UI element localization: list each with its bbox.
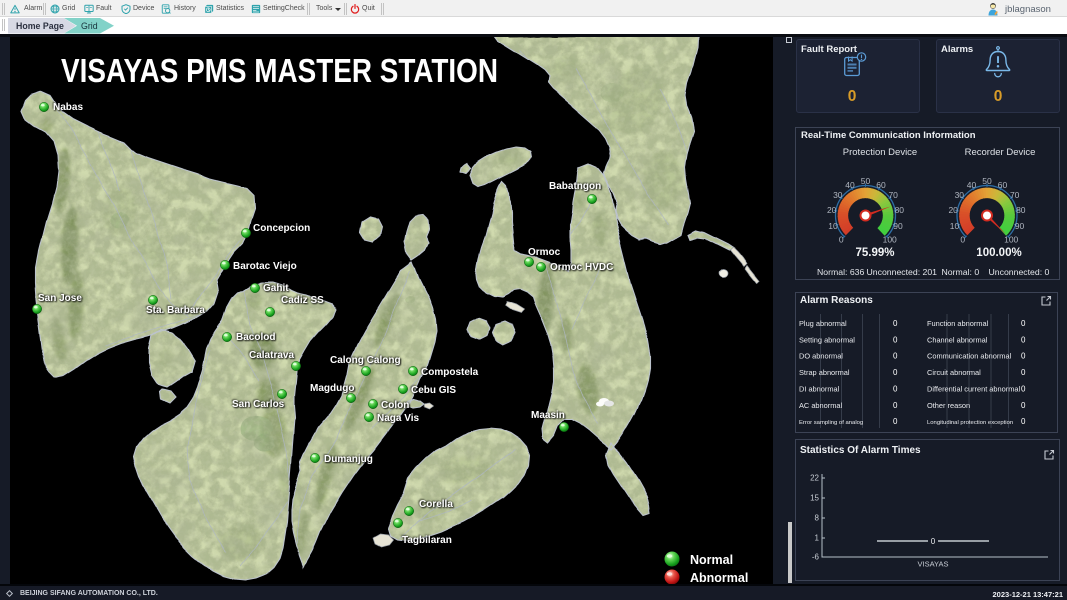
svg-text:70: 70 [888, 190, 898, 200]
svg-text:0: 0 [893, 368, 898, 377]
svg-text:-6: -6 [812, 553, 820, 562]
svg-text:8: 8 [815, 514, 820, 523]
svg-text:Setting abnormal: Setting abnormal [799, 335, 855, 344]
svg-text:0: 0 [1021, 384, 1026, 393]
svg-text:40: 40 [845, 180, 855, 190]
svg-text:10: 10 [828, 221, 838, 231]
svg-text:VISAYAS: VISAYAS [918, 560, 949, 569]
svg-text:50: 50 [861, 176, 871, 186]
svg-text:Differential current abnormal: Differential current abnormal [927, 384, 1020, 393]
svg-text:20: 20 [827, 205, 837, 215]
svg-text:0: 0 [893, 384, 898, 393]
svg-text:Plug abnormal: Plug abnormal [799, 319, 847, 328]
svg-text:Error sampling of analog: Error sampling of analog [799, 420, 863, 426]
svg-text:0: 0 [1021, 401, 1026, 410]
svg-text:0: 0 [1021, 417, 1026, 426]
svg-text:1: 1 [815, 534, 820, 543]
svg-text:0: 0 [893, 335, 898, 344]
svg-text:30: 30 [833, 190, 843, 200]
svg-text:75.99%: 75.99% [855, 247, 894, 259]
svg-text:0: 0 [893, 417, 898, 426]
svg-text:60: 60 [998, 180, 1008, 190]
svg-text:90: 90 [1015, 221, 1025, 231]
svg-text:Channel abnormal: Channel abnormal [927, 335, 988, 344]
svg-text:Strap abnormal: Strap abnormal [799, 368, 850, 377]
svg-text:0: 0 [893, 401, 898, 410]
svg-text:0: 0 [1021, 335, 1026, 344]
svg-text:90: 90 [893, 221, 903, 231]
svg-text:DI abnormal: DI abnormal [799, 384, 840, 393]
svg-text:80: 80 [895, 205, 905, 215]
svg-text:Function abnormal: Function abnormal [927, 319, 989, 328]
svg-text:Communication abnormal: Communication abnormal [927, 352, 1012, 361]
svg-text:Longitudinal protection except: Longitudinal protection exception [927, 420, 1013, 426]
svg-text:0: 0 [1021, 319, 1026, 328]
svg-text:Other reason: Other reason [927, 401, 970, 410]
svg-text:30: 30 [955, 190, 965, 200]
svg-text:70: 70 [1010, 190, 1020, 200]
svg-text:20: 20 [948, 205, 958, 215]
svg-text:0: 0 [1021, 368, 1026, 377]
svg-text:0: 0 [839, 235, 844, 245]
svg-text:0: 0 [960, 235, 965, 245]
svg-text:22: 22 [810, 474, 819, 483]
svg-text:100: 100 [1004, 235, 1018, 245]
svg-text:100: 100 [883, 235, 897, 245]
svg-text:AC abnormal: AC abnormal [799, 401, 842, 410]
svg-text:100.00%: 100.00% [976, 247, 1021, 259]
svg-text:Circuit abnormal: Circuit abnormal [927, 368, 981, 377]
svg-text:0: 0 [893, 352, 898, 361]
svg-text:DO abnormal: DO abnormal [799, 352, 843, 361]
svg-text:80: 80 [1016, 205, 1026, 215]
svg-text:60: 60 [876, 180, 886, 190]
svg-text:50: 50 [982, 176, 992, 186]
svg-text:0: 0 [931, 537, 936, 546]
svg-text:15: 15 [810, 494, 819, 503]
svg-text:10: 10 [950, 221, 960, 231]
svg-text:0: 0 [893, 319, 898, 328]
svg-text:40: 40 [967, 180, 977, 190]
svg-text:0: 0 [1021, 352, 1026, 361]
